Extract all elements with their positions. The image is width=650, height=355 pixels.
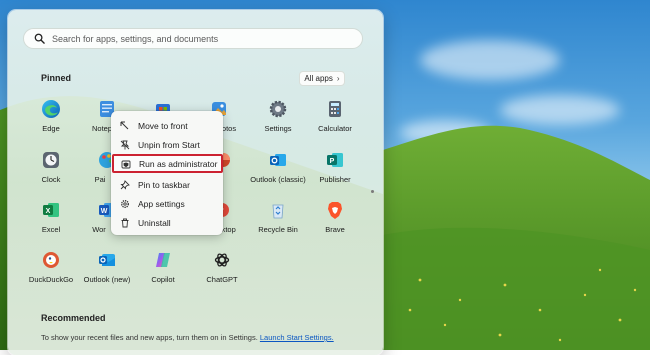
pinned-app-recycle-bin[interactable]: Recycle Bin [250, 200, 306, 234]
duckduckgo-icon [43, 252, 59, 268]
brave-icon [328, 202, 342, 219]
publisher-icon: P [327, 153, 343, 167]
app-label: Settings [264, 124, 292, 133]
app-label: ChatGPT [206, 275, 238, 284]
svg-text:W: W [101, 208, 108, 215]
app-label: Excel [41, 225, 61, 234]
unpin-icon [120, 140, 130, 149]
app-label: Pai [94, 175, 106, 184]
pinned-app-publisher[interactable]: P Publisher [307, 150, 363, 184]
recommended-text: To show your recent files and new apps, … [41, 333, 258, 342]
chatgpt-icon [214, 253, 230, 267]
app-label: Copilot [151, 275, 175, 284]
app-label: Recycle Bin [258, 225, 298, 234]
recommended-message: To show your recent files and new apps, … [41, 333, 334, 342]
app-label: Brave [325, 225, 345, 234]
chevron-right-icon: › [336, 74, 340, 83]
search-icon [34, 33, 45, 44]
move-icon [120, 121, 129, 129]
recycle-bin-icon [272, 204, 284, 219]
app-label: Notep [91, 124, 112, 133]
clock-icon [43, 152, 59, 168]
app-label: Outlook (new) [83, 275, 131, 284]
pinned-app-clock[interactable]: Clock [23, 150, 79, 184]
shield-icon [121, 160, 131, 168]
menu-item-label: Pin to taskbar [138, 179, 190, 190]
pinned-app-copilot[interactable]: Copilot [135, 250, 191, 284]
svg-text:P: P [330, 158, 335, 165]
page-indicator-dot[interactable] [371, 190, 374, 193]
menu-item-app-settings[interactable]: App settings [111, 194, 223, 213]
pinned-app-outlook-new[interactable]: Outlook (new) [79, 250, 135, 284]
pinned-app-settings[interactable]: Settings [250, 99, 306, 133]
app-label: Calculator [318, 124, 352, 133]
menu-item-move-to-front[interactable]: Move to front [111, 116, 223, 135]
menu-item-label: Unpin from Start [138, 139, 200, 150]
menu-item-run-as-administrator[interactable]: Run as administrator [112, 154, 223, 173]
pin-icon [120, 179, 130, 190]
app-label: Publisher [319, 175, 351, 184]
pinned-app-chatgpt[interactable]: ChatGPT [194, 250, 250, 284]
menu-item-unpin-from-start[interactable]: Unpin from Start [111, 135, 223, 154]
edge-icon [42, 100, 60, 118]
launch-start-settings-link[interactable]: Launch Start Settings. [260, 333, 334, 342]
app-label: Edge [42, 124, 60, 133]
outlook-icon [270, 154, 286, 166]
context-menu: Move to front Unpin from Start Run as ad… [111, 111, 223, 235]
search-input[interactable] [52, 33, 342, 44]
app-label: Outlook (classic) [250, 175, 306, 184]
pinned-app-calculator[interactable]: Calculator [307, 99, 363, 133]
recommended-heading: Recommended [41, 313, 106, 323]
gear-icon [121, 199, 129, 208]
pinned-app-duckduckgo[interactable]: DuckDuckGo [23, 250, 79, 284]
excel-icon: X [43, 203, 59, 217]
trash-icon [121, 218, 129, 227]
pinned-app-brave[interactable]: Brave [307, 200, 363, 234]
all-apps-label: All apps [304, 74, 333, 83]
menu-item-label: Uninstall [138, 217, 171, 228]
pinned-app-outlook-classic[interactable]: Outlook (classic) [250, 150, 306, 184]
copilot-icon [156, 253, 170, 267]
all-apps-button[interactable]: All apps › [299, 71, 345, 86]
svg-text:X: X [46, 208, 51, 215]
settings-icon [269, 100, 287, 118]
pinned-heading: Pinned [41, 73, 72, 83]
app-label: Wor [92, 225, 106, 234]
app-label: otos [221, 124, 237, 133]
outlook-new-icon [99, 254, 115, 266]
app-label: DuckDuckGo [28, 275, 74, 284]
app-label: Clock [41, 175, 61, 184]
menu-item-uninstall[interactable]: Uninstall [111, 213, 223, 232]
pinned-app-edge[interactable]: Edge [23, 99, 79, 133]
menu-item-label: Move to front [138, 120, 188, 131]
menu-item-label: App settings [138, 198, 185, 209]
menu-item-pin-to-taskbar[interactable]: Pin to taskbar [111, 175, 223, 194]
search-box[interactable] [23, 28, 363, 49]
menu-item-label: Run as administrator [139, 158, 218, 169]
pinned-app-excel[interactable]: X Excel [23, 200, 79, 234]
calculator-icon [329, 101, 341, 117]
